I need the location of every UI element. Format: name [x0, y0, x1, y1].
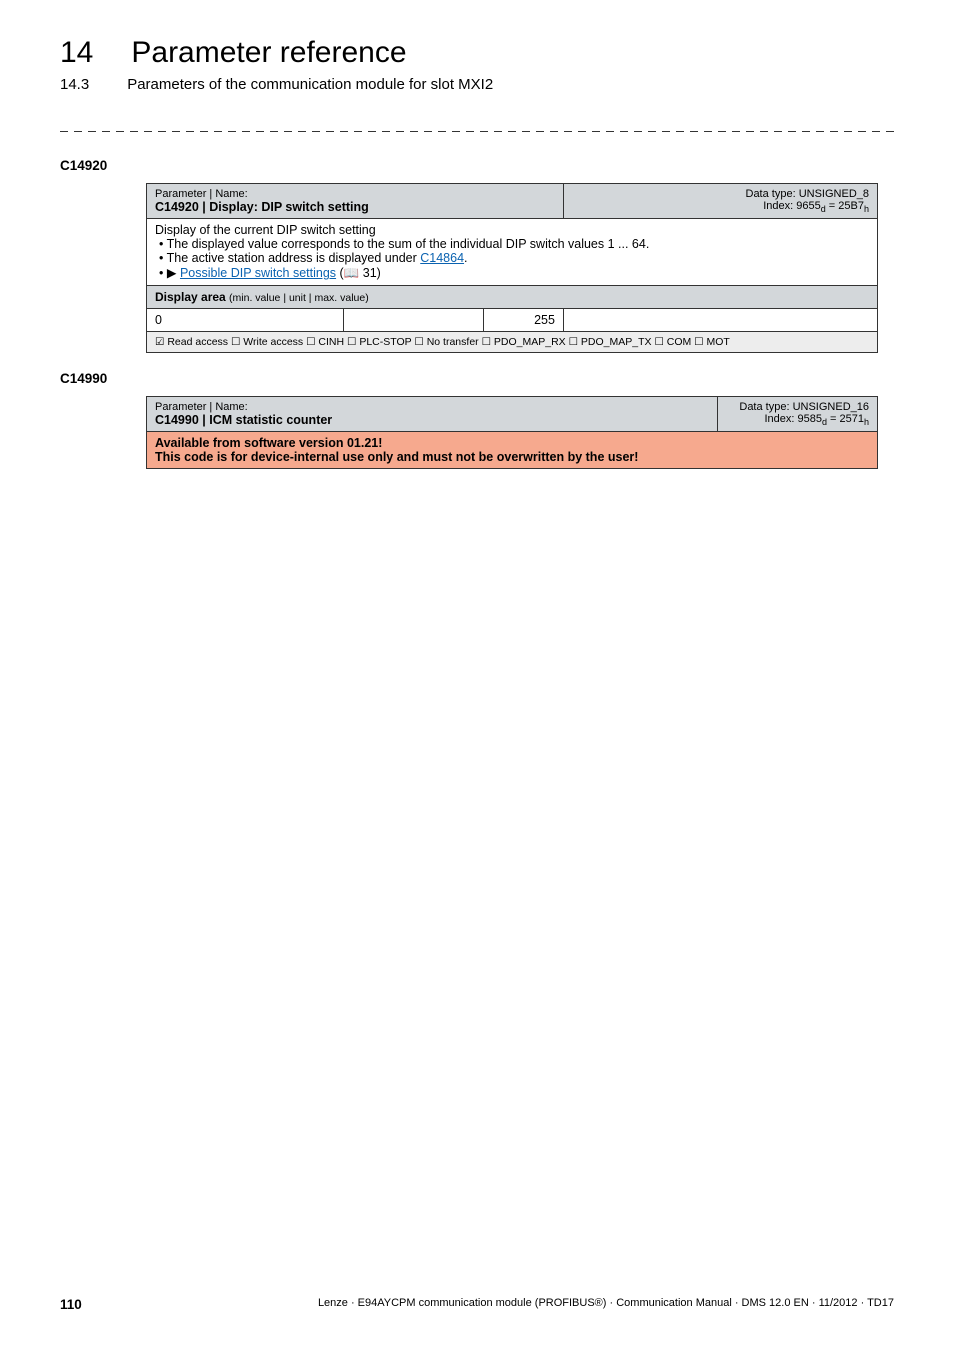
chapter-number: 14: [60, 36, 93, 70]
section-title: Parameters of the communication module f…: [127, 76, 493, 93]
param-label: Parameter | Name:: [155, 401, 709, 413]
param-table-c14990: Parameter | Name: C14990 | ICM statistic…: [146, 396, 878, 469]
data-type-line: Data type: UNSIGNED_8: [572, 188, 869, 200]
param-name-cell: Parameter | Name: C14920 | Display: DIP …: [147, 184, 564, 219]
display-area-sub: (min. value | unit | max. value): [229, 292, 369, 304]
desc-b3-post: 31): [359, 266, 381, 280]
data-type-cell: Data type: UNSIGNED_8 Index: 9655d = 25B…: [563, 184, 877, 219]
page-footer: 110 Lenze · E94AYCPM communication modul…: [60, 1297, 894, 1312]
min-value-cell: 0: [147, 309, 344, 332]
index-mid: = 25B7: [826, 200, 864, 212]
param-name-cell: Parameter | Name: C14990 | ICM statistic…: [147, 397, 718, 432]
unit-cell: [344, 309, 484, 332]
index-line: Index: 9585d = 2571h: [726, 413, 869, 427]
warning-line-2: This code is for device-internal use onl…: [155, 450, 869, 464]
index-mid: = 2571: [827, 413, 864, 425]
footer-citation: Lenze · E94AYCPM communication module (P…: [318, 1297, 894, 1312]
page-header: 14 Parameter reference 14.3 Parameters o…: [60, 0, 894, 93]
access-flags-row: ☑ Read access ☐ Write access ☐ CINH ☐ PL…: [147, 332, 878, 353]
description-cell: Display of the current DIP switch settin…: [147, 219, 878, 286]
section-number: 14.3: [60, 76, 89, 93]
book-icon: 📖: [344, 266, 360, 280]
desc-bullet-3: ▶ Possible DIP switch settings (📖 31): [159, 265, 869, 281]
desc-line1: Display of the current DIP switch settin…: [155, 223, 869, 237]
desc-bullet-1: The displayed value corresponds to the s…: [159, 237, 869, 251]
index-pre: Index: 9655: [763, 200, 821, 212]
divider: [60, 131, 894, 132]
max-value-cell: 255: [483, 309, 563, 332]
display-area-header: Display area (min. value | unit | max. v…: [147, 286, 878, 309]
desc-b2-post: .: [464, 251, 467, 265]
param-label: Parameter | Name:: [155, 188, 555, 200]
desc-b3-paren: (: [336, 266, 344, 280]
index-line: Index: 9655d = 25B7h: [572, 200, 869, 214]
index-sub2: h: [864, 204, 869, 214]
desc-b2-pre: The active station address is displayed …: [167, 251, 421, 265]
page-number: 110: [60, 1297, 82, 1312]
link-dip-switch-settings[interactable]: Possible DIP switch settings: [180, 266, 336, 280]
link-c14864[interactable]: C14864: [420, 251, 464, 265]
arrow-icon: ▶: [167, 266, 177, 280]
code-heading-c14990: C14990: [60, 371, 894, 386]
data-type-cell: Data type: UNSIGNED_16 Index: 9585d = 25…: [718, 397, 878, 432]
param-table-c14920: Parameter | Name: C14920 | Display: DIP …: [146, 183, 878, 353]
index-pre: Index: 9585: [764, 413, 822, 425]
index-sub2: h: [864, 417, 869, 427]
param-code-name: C14920 | Display: DIP switch setting: [155, 200, 555, 214]
desc-bullet-2: The active station address is displayed …: [159, 251, 869, 265]
code-heading-c14920: C14920: [60, 158, 894, 173]
chapter-title: Parameter reference: [131, 36, 406, 70]
empty-cell: [563, 309, 877, 332]
warning-cell: Available from software version 01.21! T…: [147, 432, 878, 469]
param-code-name: C14990 | ICM statistic counter: [155, 413, 709, 427]
warning-line-1: Available from software version 01.21!: [155, 436, 869, 450]
display-area-label: Display area: [155, 290, 229, 304]
data-type-line: Data type: UNSIGNED_16: [726, 401, 869, 413]
